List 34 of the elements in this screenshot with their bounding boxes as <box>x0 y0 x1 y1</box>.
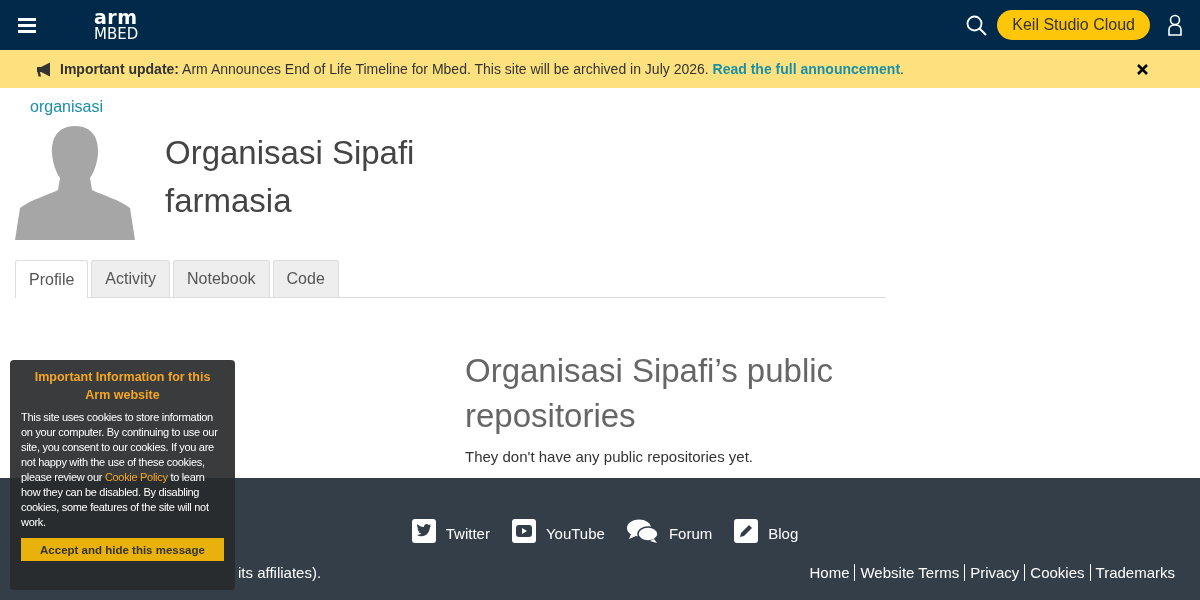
cookie-policy-link[interactable]: Cookie Policy <box>104 471 168 483</box>
accept-button[interactable]: Accept and hide this message <box>21 538 224 561</box>
repositories-message: They don't have any public repositories yet. <box>465 448 755 465</box>
cookie-notice-title: Important Information for this Arm website <box>33 369 212 404</box>
keil-studio-button[interactable]: Keil Studio Cloud <box>997 10 1150 40</box>
pencil-icon <box>734 519 759 543</box>
megaphone-icon <box>36 61 53 77</box>
profile-tab[interactable]: Notebook <box>173 260 270 297</box>
social-link[interactable]: Blog <box>734 518 799 544</box>
speech-bubbles-icon <box>626 518 659 544</box>
repositories-heading: Organisasi Sipafi’s public repositories <box>465 351 835 436</box>
profile-tab[interactable]: Activity <box>91 260 171 297</box>
cookie-notice-text: This site uses cookies to store information on your computer. By continuing to use our site, you consent to our cookies. If you are not happy with the use of these cookies, please review our Cookie Policy to learn how they can be disabled. By disabling cookies, some features of the site will not work. <box>21 410 219 530</box>
profile-name: Organisasi Sipafi farmasia <box>165 133 416 221</box>
profile-tab[interactable]: Profile <box>15 260 89 298</box>
social-link[interactable]: YouTube <box>511 518 605 544</box>
logo[interactable]: arm MBED <box>94 8 139 42</box>
footer-link[interactable]: Trademarks <box>1095 564 1175 581</box>
footer-link[interactable]: Website Terms <box>860 564 960 581</box>
user-icon[interactable] <box>1168 14 1182 36</box>
profile-tab[interactable]: Code <box>272 260 339 297</box>
breadcrumb-link[interactable]: organisasi <box>30 98 103 116</box>
search-icon[interactable] <box>966 14 988 36</box>
copyright-text: its affiliates). <box>238 564 322 581</box>
play-icon <box>511 519 536 543</box>
social-link[interactable]: Forum <box>626 518 713 544</box>
footer-link[interactable]: Cookies <box>1030 564 1085 581</box>
social-link[interactable]: Twitter <box>411 518 490 544</box>
footer-link[interactable]: Home <box>809 564 850 581</box>
menu-icon[interactable] <box>18 17 36 33</box>
footer-link[interactable]: Privacy <box>970 564 1020 581</box>
bird-icon <box>411 519 436 543</box>
announcement-text: Important update: Arm Announces End of Life Timeline for Mbed. This site will be archived in July 2026. Read the full announcement. <box>60 61 904 77</box>
close-icon[interactable] <box>1137 63 1148 75</box>
